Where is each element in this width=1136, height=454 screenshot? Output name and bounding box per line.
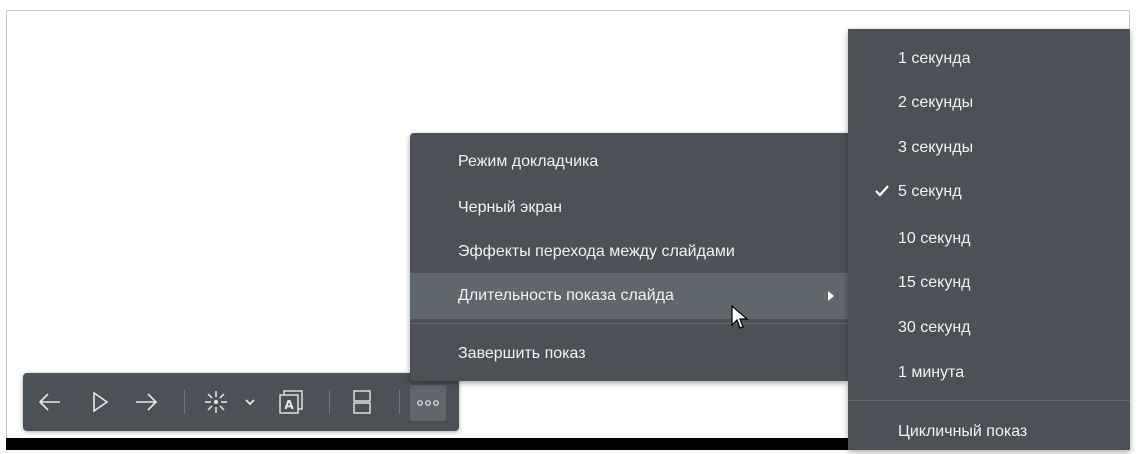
pointer-dropdown-button[interactable] (242, 385, 258, 419)
duration-label: 2 секунды (898, 94, 974, 111)
slide-text-icon: A (279, 390, 303, 414)
menu-item-label: Режим докладчика (458, 153, 599, 170)
toolbar-separator (399, 390, 400, 414)
duration-label: 1 секунда (898, 50, 971, 67)
submenu-arrow-icon (828, 291, 834, 301)
menu-item-label: Эффекты перехода между слайдами (458, 243, 735, 260)
slide-duration-submenu: 1 секунда 2 секунды 3 секунды 5 секунд 1… (848, 29, 1130, 450)
toolbar-separator (329, 390, 330, 414)
menu-item-slide-duration[interactable]: Длительность показа слайда (410, 273, 848, 319)
duration-label: 3 секунды (898, 139, 974, 156)
duration-label: 30 секунд (898, 319, 971, 336)
duration-option[interactable]: 15 секунд (848, 261, 1130, 305)
svg-text:A: A (284, 398, 294, 412)
submenu-divider (848, 400, 1130, 401)
duration-option[interactable]: 10 секунд (848, 217, 1130, 261)
duration-label: 1 минута (898, 364, 965, 381)
menu-item-label: Черный экран (458, 199, 562, 216)
menu-item-end-show[interactable]: Завершить показ (410, 331, 848, 377)
duration-label: 10 секунд (898, 230, 971, 247)
more-options-button[interactable] (410, 385, 446, 421)
more-icon (417, 400, 439, 406)
loop-show-label: Цикличный показ (898, 423, 1028, 440)
duration-option[interactable]: 3 секунды (848, 126, 1130, 170)
toolbar-separator (184, 390, 185, 414)
play-button[interactable] (85, 385, 115, 419)
duration-label: 5 секунд (898, 183, 962, 200)
laser-pointer-button[interactable] (201, 385, 231, 419)
laser-pointer-icon (205, 391, 227, 413)
play-icon (93, 391, 109, 413)
menu-item-transition-effects[interactable]: Эффекты перехода между слайдами (410, 229, 848, 275)
menu-item-presenter-mode[interactable]: Режим докладчика (410, 139, 848, 185)
menu-divider (410, 323, 848, 324)
previous-slide-button[interactable] (35, 385, 65, 419)
duration-label: 15 секунд (898, 274, 971, 291)
duration-option[interactable]: 30 секунд (848, 306, 1130, 350)
more-options-menu: Режим докладчика Черный экран Эффекты пе… (410, 133, 848, 381)
arrow-left-icon (38, 393, 60, 411)
menu-item-label: Длительность показа слайда (458, 287, 674, 304)
layout-button[interactable] (347, 385, 377, 419)
duration-option[interactable]: 1 секунда (848, 37, 1130, 81)
duration-option[interactable]: 1 минута (848, 351, 1130, 395)
slide-text-button[interactable]: A (275, 385, 309, 419)
menu-item-label: Завершить показ (458, 345, 586, 362)
duration-option-selected[interactable]: 5 секунд (848, 170, 1130, 214)
arrow-right-icon (136, 393, 158, 411)
duration-option[interactable]: 2 секунды (848, 81, 1130, 125)
checkmark-icon (875, 185, 889, 197)
menu-item-black-screen[interactable]: Черный экран (410, 185, 848, 231)
next-slide-button[interactable] (131, 385, 161, 419)
chevron-down-icon (245, 399, 255, 406)
loop-show-option[interactable]: Цикличный показ (848, 410, 1130, 454)
presentation-toolbar: A (23, 373, 459, 431)
layout-split-icon (353, 390, 371, 414)
mouse-cursor-icon (731, 305, 749, 329)
